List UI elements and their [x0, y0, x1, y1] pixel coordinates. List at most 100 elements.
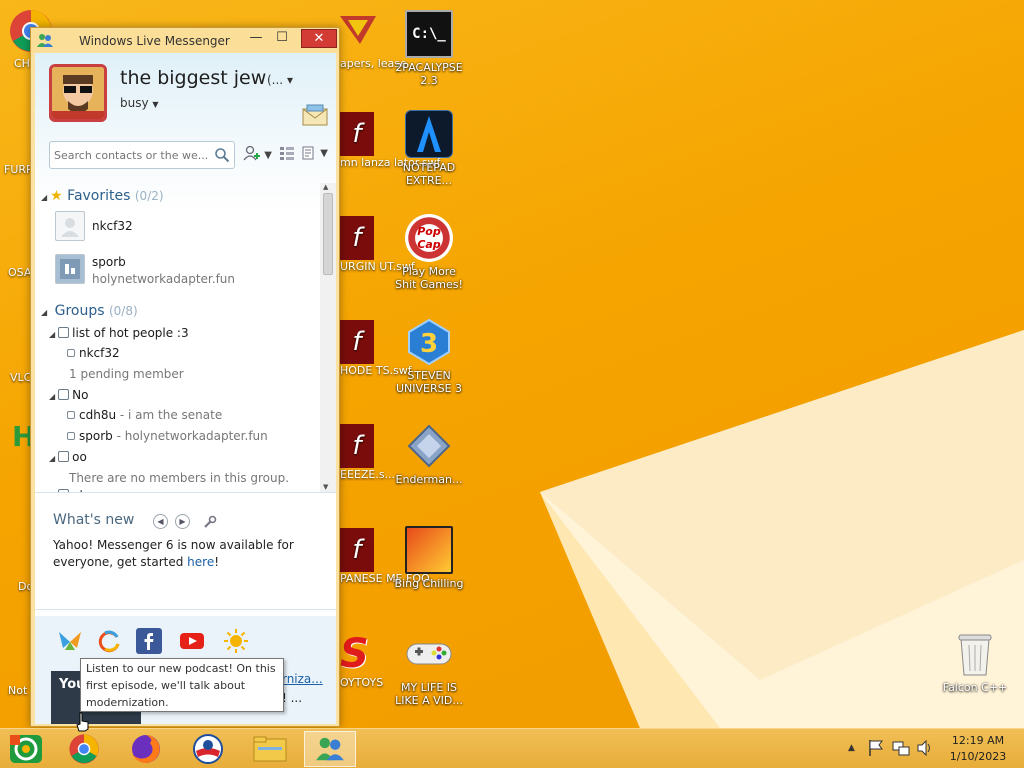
- collapse-icon: ◢: [49, 330, 56, 339]
- youtube-icon[interactable]: [179, 628, 205, 654]
- groups-label: Groups: [54, 303, 105, 319]
- display-name[interactable]: the biggest jew: [120, 67, 266, 89]
- groups-header[interactable]: ◢ Groups (0/8): [41, 303, 138, 319]
- taskbar-start-button[interactable]: [0, 731, 52, 767]
- group-note: There are no members in this group.: [69, 471, 290, 485]
- list-item[interactable]: nkcf32: [67, 346, 120, 360]
- change-view-button[interactable]: [279, 145, 295, 165]
- show-hidden-icons[interactable]: ▲: [848, 743, 855, 753]
- group-header[interactable]: ◢ No: [49, 388, 88, 402]
- list-item[interactable]: cdh8u - i am the senate: [67, 408, 222, 422]
- desktop-icon-flash-partial[interactable]: f EEEZE.s...: [340, 424, 395, 481]
- sun-icon[interactable]: [223, 628, 249, 654]
- collapse-icon: ◢: [49, 454, 56, 463]
- desktop-icon-label: Play More Shit Games!: [395, 265, 463, 291]
- favorites-header[interactable]: ◢ ★ Favorites (0/2): [41, 188, 164, 204]
- volume-icon[interactable]: [916, 739, 934, 757]
- desktop-icon-notepad-extreme[interactable]: NOTEPAD EXTRE...: [392, 110, 466, 187]
- previous-icon[interactable]: ◀: [153, 514, 168, 529]
- taskbar-firefox[interactable]: [120, 731, 172, 767]
- desktop-icon-2pacalypse[interactable]: C:\_ 2PACALYPSE 2.3: [392, 10, 466, 87]
- desktop-icon-steven-universe[interactable]: 3 STEVEN UNIVERSE 3: [392, 318, 466, 395]
- chevron-down-icon: ▼: [320, 148, 328, 159]
- tooltip: Listen to our new podcast! On this first…: [80, 658, 284, 712]
- popcap-icon: Pop Cap: [405, 214, 453, 262]
- desktop-icon-label: STEVEN UNIVERSE 3: [395, 369, 463, 395]
- group-header[interactable]: ◢ list of hot people :3: [49, 326, 189, 340]
- list-item[interactable]: sporb - holynetworkadapter.fun: [67, 429, 268, 443]
- next-icon[interactable]: ▶: [175, 514, 190, 529]
- add-contact-icon: [243, 145, 260, 161]
- add-contact-button[interactable]: ▼: [243, 145, 272, 165]
- desktop-icon-popcap[interactable]: Pop Cap Play More Shit Games!: [392, 214, 466, 291]
- scroll-down-icon[interactable]: ▼: [323, 483, 328, 491]
- desktop-icon-enderman[interactable]: Enderman...: [392, 422, 466, 486]
- contact-name: nkcf32: [92, 219, 133, 233]
- options-icon: [302, 146, 314, 160]
- network-icon[interactable]: [892, 739, 910, 757]
- desktop-icon-falcon[interactable]: Falcon C++: [938, 630, 1012, 694]
- status-selector[interactable]: busy ▼: [120, 96, 159, 110]
- search-input[interactable]: [54, 143, 214, 167]
- contact-status-icon: [67, 411, 75, 419]
- contact-message: holynetworkadapter.fun: [124, 429, 268, 443]
- minimize-button[interactable]: —: [243, 29, 269, 48]
- bing-chilling-icon: [405, 526, 453, 574]
- messenger-window[interactable]: Windows Live Messenger — ☐ ✕ the biggest…: [30, 27, 340, 727]
- refresh-icon[interactable]: [96, 628, 122, 654]
- search-icon[interactable]: [214, 147, 230, 163]
- desktop-icon-my-life[interactable]: MY LIFE IS LIKE A VID...: [392, 630, 466, 707]
- list-item[interactable]: nkcf32: [92, 219, 133, 233]
- scroll-thumb[interactable]: [323, 193, 333, 275]
- contact-list[interactable]: ◢ ★ Favorites (0/2) nkcf32 sporb holynetw…: [35, 183, 336, 493]
- taskbar-chrome[interactable]: [58, 731, 110, 767]
- taskbar-obama-app[interactable]: [182, 731, 234, 767]
- desktop-icon-partial[interactable]: S OYTOYS: [340, 632, 383, 689]
- group-header[interactable]: ◢ oo: [49, 450, 87, 464]
- system-clock[interactable]: 12:19 AM 1/10/2023: [940, 733, 1016, 765]
- maximize-button[interactable]: ☐: [269, 29, 295, 48]
- close-button[interactable]: ✕: [301, 29, 337, 48]
- desktop-icon-label: Bing Chilling: [394, 577, 464, 590]
- taskbar-messenger[interactable]: [304, 731, 356, 767]
- hand-cursor-icon: [76, 712, 89, 732]
- collapse-icon: ◢: [41, 308, 48, 317]
- options-button[interactable]: ▼: [301, 145, 328, 165]
- windows-live-butterfly-icon[interactable]: [57, 628, 83, 654]
- flag-icon[interactable]: [868, 739, 884, 757]
- desktop-icon-partial[interactable]: Not: [8, 684, 27, 697]
- whats-new-title: What's new: [53, 512, 135, 528]
- scrollbar[interactable]: ▲ ▼: [320, 183, 336, 492]
- folder-icon: [253, 736, 287, 762]
- contact-name: cdh8u: [79, 408, 117, 422]
- whats-new-text: Yahoo! Messenger 6 is now available for …: [53, 537, 318, 571]
- facebook-icon[interactable]: [136, 628, 162, 654]
- taskbar-file-explorer[interactable]: [244, 731, 296, 767]
- cropped-label: EEEZE.s...: [340, 468, 396, 481]
- scroll-up-icon[interactable]: ▲: [323, 183, 328, 191]
- whats-new-link[interactable]: here: [187, 555, 214, 569]
- messenger-buddies-icon: [37, 34, 53, 47]
- contact-avatar-icon: [60, 259, 80, 279]
- search-box[interactable]: [49, 141, 235, 169]
- personal-message-dropdown[interactable]: (... ▾: [267, 73, 293, 87]
- favorites-label: Favorites: [67, 188, 131, 204]
- group-icon: [58, 327, 70, 338]
- contact-name: nkcf32: [79, 346, 120, 360]
- flash-icon: f: [340, 112, 374, 156]
- groups-count: (0/8): [108, 304, 138, 318]
- desktop-icon-bing-chilling[interactable]: Bing Chilling: [392, 526, 466, 590]
- desktop-icon-label: 2PACALYPSE 2.3: [395, 61, 463, 87]
- contact-message: holynetworkadapter.fun: [92, 272, 236, 286]
- title-bar[interactable]: Windows Live Messenger — ☐ ✕: [31, 28, 339, 53]
- group-header[interactable]: ◢ atpow: [49, 488, 109, 492]
- desktop-icon-label: NOTEPAD EXTRE...: [402, 161, 456, 187]
- whats-new-end: !: [214, 555, 220, 569]
- list-item[interactable]: sporb: [92, 255, 126, 269]
- collapse-icon: ◢: [41, 193, 48, 202]
- wrench-icon[interactable]: [203, 515, 217, 529]
- avatar[interactable]: [49, 64, 107, 122]
- mail-icon[interactable]: [301, 104, 329, 128]
- window-title: Windows Live Messenger: [79, 34, 230, 48]
- messenger-buddies-icon: [316, 737, 344, 761]
